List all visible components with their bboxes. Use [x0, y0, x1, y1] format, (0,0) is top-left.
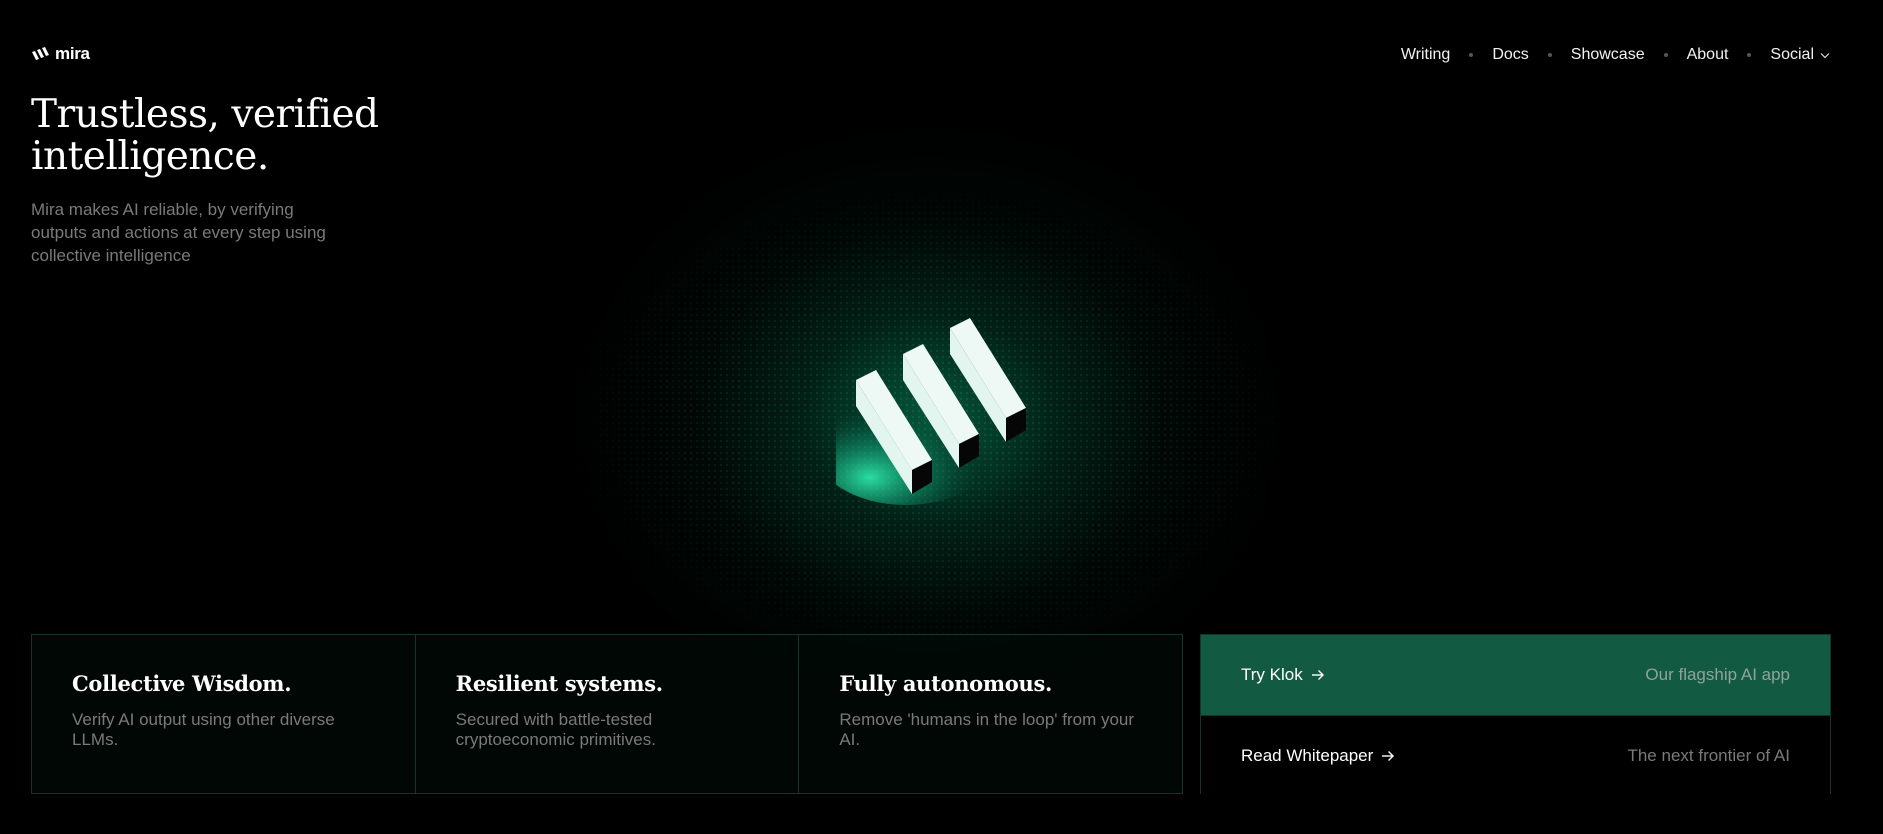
feature-cards: Collective Wisdom. Verify AI output usin… [31, 634, 1183, 794]
mira-logo-icon [32, 46, 49, 60]
nav-separator [1747, 53, 1752, 57]
feature-card-fully-autonomous: Fully autonomous. Remove 'humans in the … [799, 635, 1182, 793]
nav-separator [1469, 53, 1474, 57]
nav-item-about[interactable]: About [1687, 46, 1729, 64]
nav-separator [1663, 53, 1668, 57]
chevron-down-icon [1820, 52, 1830, 58]
nav-item-social-label: Social [1770, 46, 1814, 63]
read-whitepaper-button[interactable]: Read Whitepaper The next frontier of AI [1201, 715, 1830, 795]
feature-title: Collective Wisdom. [72, 671, 292, 696]
feature-description: Secured with battle-tested cryptoeconomi… [455, 710, 656, 749]
nav-item-social[interactable]: Social [1770, 46, 1830, 64]
main-nav: Writing Docs Showcase About Social [1401, 44, 1830, 66]
feature-description: Verify AI output using other diverse LLM… [72, 710, 335, 749]
feature-title: Resilient systems. [455, 671, 663, 696]
feature-title: Fully autonomous. [839, 671, 1053, 696]
nav-item-docs[interactable]: Docs [1492, 46, 1528, 64]
read-whitepaper-label: Read Whitepaper [1241, 745, 1374, 765]
try-klok-label-group: Try Klok [1241, 665, 1325, 685]
cta-panel: Try Klok Our flagship AI app Read Whitep… [1200, 634, 1831, 795]
arrow-right-icon [1311, 670, 1324, 680]
arrow-right-icon [1382, 750, 1395, 761]
hero-subtitle: Mira makes AI reliable, by verifying out… [31, 200, 326, 265]
mira-logo[interactable]: mira [31, 44, 90, 64]
feature-description: Remove 'humans in the loop' from your AI… [839, 710, 1135, 749]
nav-item-showcase[interactable]: Showcase [1571, 46, 1645, 64]
nav-separator [1547, 53, 1552, 57]
try-klok-button[interactable]: Try Klok Our flagship AI app [1201, 635, 1830, 715]
read-whitepaper-label-group: Read Whitepaper [1241, 746, 1395, 766]
feature-card-collective-wisdom: Collective Wisdom. Verify AI output usin… [32, 635, 416, 793]
brand-name: mira [55, 44, 90, 63]
try-klok-caption: Our flagship AI app [1645, 665, 1790, 684]
mira-3d-logo-icon [836, 318, 1026, 505]
hero-title: Trustless, verified intelligence. [31, 92, 379, 179]
feature-card-resilient-systems: Resilient systems. Secured with battle-t… [416, 635, 800, 793]
nav-item-writing[interactable]: Writing [1401, 46, 1451, 64]
try-klok-label: Try Klok [1241, 665, 1303, 684]
read-whitepaper-caption: The next frontier of AI [1627, 745, 1790, 765]
